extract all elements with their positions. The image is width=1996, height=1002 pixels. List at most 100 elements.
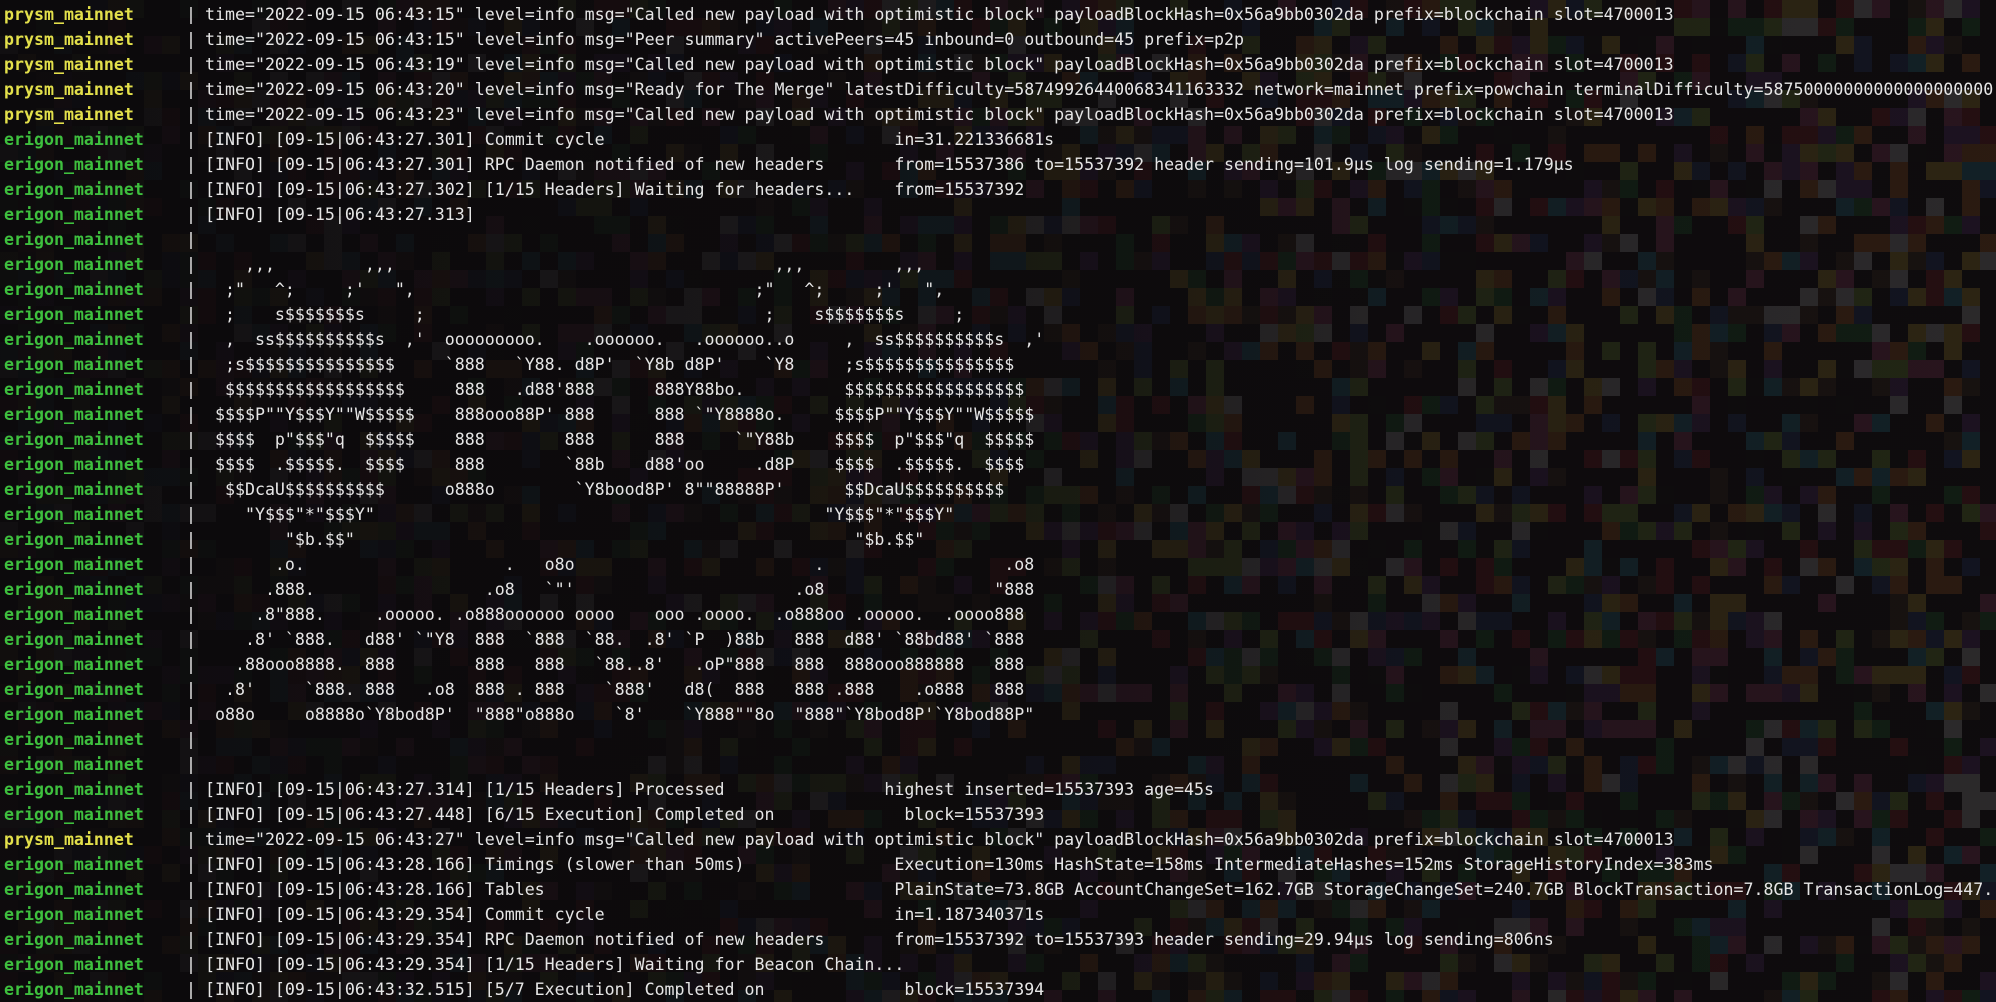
log-message: [INFO] [09-15|06:43:27.301] Commit cycle… [205, 130, 1055, 149]
column-separator: | [186, 80, 196, 99]
service-name: erigon_mainnet [4, 230, 144, 249]
service-name: erigon_mainnet [4, 780, 144, 799]
column-separator: | [186, 105, 196, 124]
service-name: erigon_mainnet [4, 755, 144, 774]
column-separator: | [186, 980, 196, 999]
service-name: prysm_mainnet [4, 80, 134, 99]
column-separator: | [186, 155, 196, 174]
log-message: time="2022-09-15 06:43:19" level=info ms… [205, 55, 1674, 74]
log-message: time="2022-09-15 06:43:15" level=info ms… [205, 5, 1674, 24]
column-separator: | [186, 55, 196, 74]
column-separator: | [186, 605, 196, 624]
log-message: "Y$$$"*"$$$Y" "Y$$$"*"$$$Y" [205, 505, 955, 524]
log-message: [INFO] [09-15|06:43:27.313] [205, 205, 475, 224]
log-message: [INFO] [09-15|06:43:27.302] [1/15 Header… [205, 180, 1025, 199]
service-name: erigon_mainnet [4, 730, 144, 749]
log-message: time="2022-09-15 06:43:27" level=info ms… [205, 830, 1674, 849]
log-message: .888. .o8 `"' .o8 "888 [205, 580, 1035, 599]
log-message: [INFO] [09-15|06:43:29.354] Commit cycle… [205, 905, 1045, 924]
service-name: erigon_mainnet [4, 705, 144, 724]
service-name: erigon_mainnet [4, 580, 144, 599]
column-separator: | [186, 805, 196, 824]
log-message: ;" ^; ;' ", ;" ^; ;' ", [205, 280, 945, 299]
log-message: time="2022-09-15 06:43:23" level=info ms… [205, 105, 1674, 124]
service-name: erigon_mainnet [4, 455, 144, 474]
column-separator: | [186, 305, 196, 324]
log-message: [INFO] [09-15|06:43:29.354] RPC Daemon n… [205, 930, 1554, 949]
log-message: $$$$P""Y$$$Y""W$$$$$ 888ooo88P' 888 888 … [205, 405, 1035, 424]
column-separator: | [186, 530, 196, 549]
column-separator: | [186, 905, 196, 924]
column-separator: | [186, 455, 196, 474]
log-message: ; s$$$$$$$s ; ; s$$$$$$$s ; [205, 305, 965, 324]
column-separator: | [186, 505, 196, 524]
log-message: "$b.$$" "$b.$$" [205, 530, 925, 549]
service-name: erigon_mainnet [4, 805, 144, 824]
service-name: erigon_mainnet [4, 155, 144, 174]
service-name: erigon_mainnet [4, 305, 144, 324]
service-name: erigon_mainnet [4, 405, 144, 424]
column-separator: | [186, 255, 196, 274]
log-message: ;s$$$$$$$$$$$$$$$ `888 `Y88. d8P' `Y8b d… [205, 355, 1015, 374]
log-message: .o. . o8o . .o8 [205, 555, 1035, 574]
column-separator: | [186, 180, 196, 199]
service-name: erigon_mainnet [4, 530, 144, 549]
log-message: [INFO] [09-15|06:43:28.166] Tables Plain… [205, 880, 1994, 899]
column-separator: | [186, 380, 196, 399]
log-message: .8"888. .ooooo. .o888oooooo oooo ooo .oo… [205, 605, 1025, 624]
log-message: time="2022-09-15 06:43:20" level=info ms… [205, 80, 1994, 99]
log-message: [INFO] [09-15|06:43:32.515] [5/7 Executi… [205, 980, 1045, 999]
column-separator: | [186, 880, 196, 899]
log-message: $$DcaU$$$$$$$$$$ o888o `Y8bood8P' 8""888… [205, 480, 1005, 499]
column-separator: | [186, 655, 196, 674]
log-message: $$$$$$$$$$$$$$$$$$ 888 .d88'888 888Y88bo… [205, 380, 1025, 399]
service-name: erigon_mainnet [4, 855, 144, 874]
service-name: erigon_mainnet [4, 930, 144, 949]
service-name: erigon_mainnet [4, 130, 144, 149]
log-message: [INFO] [09-15|06:43:29.354] [1/15 Header… [205, 955, 905, 974]
service-name: erigon_mainnet [4, 430, 144, 449]
log-message: [INFO] [09-15|06:43:27.448] [6/15 Execut… [205, 805, 1045, 824]
terminal-window[interactable]: prysm_mainnet | time="2022-09-15 06:43:15"… [0, 0, 1996, 1002]
log-message: $$$$ .$$$$$. $$$$ 888 `88b d88'oo .d8P $… [205, 455, 1025, 474]
log-message: o88o o8888o`Y8bod8P' "888"o888o `8' `Y88… [205, 705, 1035, 724]
column-separator: | [186, 755, 196, 774]
service-name: erigon_mainnet [4, 280, 144, 299]
log-message: ,,, ,,, ,,, ,,, [205, 255, 925, 274]
log-message: [INFO] [09-15|06:43:27.314] [1/15 Header… [205, 780, 1215, 799]
column-separator: | [186, 705, 196, 724]
service-name: prysm_mainnet [4, 830, 134, 849]
log-message: .88ooo8888. 888 888 888 `88..8' .oP"888 … [205, 655, 1025, 674]
service-name: erigon_mainnet [4, 505, 144, 524]
column-separator: | [186, 280, 196, 299]
column-separator: | [186, 555, 196, 574]
service-name: prysm_mainnet [4, 105, 134, 124]
service-name: erigon_mainnet [4, 605, 144, 624]
column-separator: | [186, 680, 196, 699]
log-message: , ss$$$$$$$$$$s ,' ooooooooo. .oooooo. .… [205, 330, 1045, 349]
service-name: prysm_mainnet [4, 55, 134, 74]
column-separator: | [186, 930, 196, 949]
column-separator: | [186, 855, 196, 874]
service-name: erigon_mainnet [4, 980, 144, 999]
column-separator: | [186, 730, 196, 749]
service-name: erigon_mainnet [4, 205, 144, 224]
service-name: erigon_mainnet [4, 480, 144, 499]
service-name: erigon_mainnet [4, 555, 144, 574]
service-name: erigon_mainnet [4, 655, 144, 674]
column-separator: | [186, 30, 196, 49]
service-name: prysm_mainnet [4, 5, 134, 24]
column-separator: | [186, 630, 196, 649]
column-separator: | [186, 580, 196, 599]
service-name: erigon_mainnet [4, 905, 144, 924]
column-separator: | [186, 405, 196, 424]
column-separator: | [186, 355, 196, 374]
log-message: .8' `888. 888 .o8 888 . 888 `888' d8( 88… [205, 680, 1025, 699]
service-name: erigon_mainnet [4, 255, 144, 274]
column-separator: | [186, 330, 196, 349]
log-message: .8' `888. d88' `"Y8 888 `888 `88. .8' `P… [205, 630, 1025, 649]
service-name: prysm_mainnet [4, 30, 134, 49]
service-name: erigon_mainnet [4, 380, 144, 399]
log-message: [INFO] [09-15|06:43:27.301] RPC Daemon n… [205, 155, 1574, 174]
column-separator: | [186, 230, 196, 249]
